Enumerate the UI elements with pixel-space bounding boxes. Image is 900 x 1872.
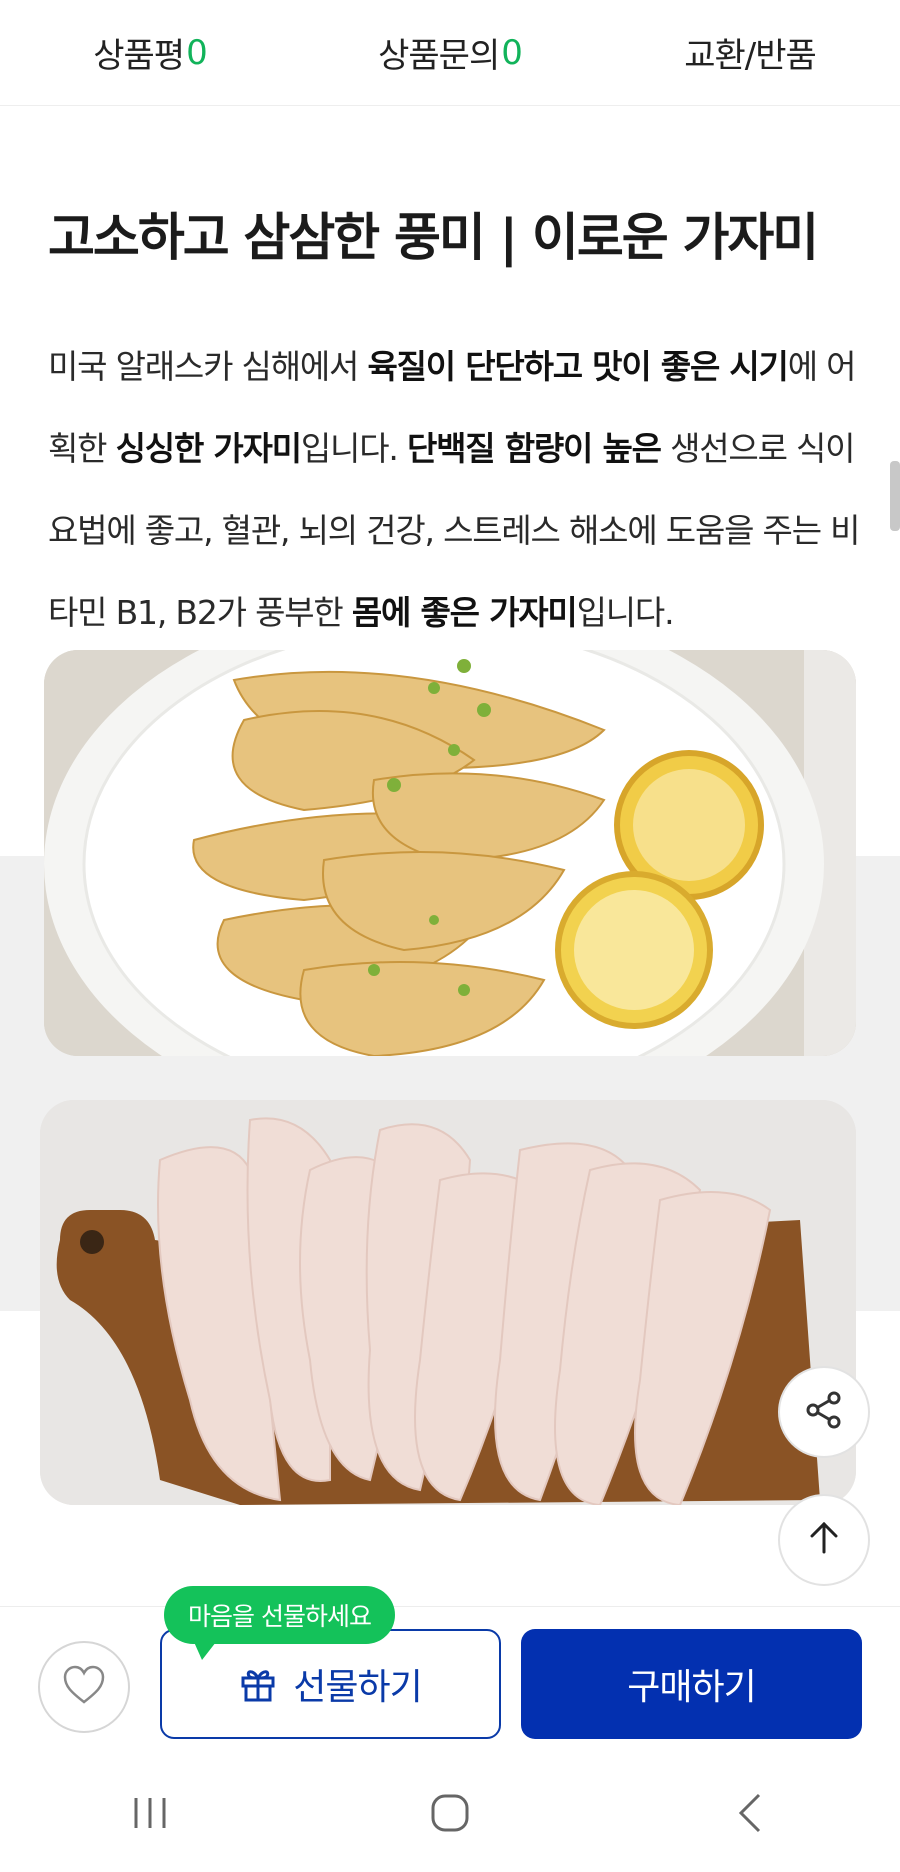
heart-icon [61,1664,107,1710]
desc-text-3: 입니다. [300,429,407,468]
purchase-bar: 선물하기 구매하기 [0,1606,900,1758]
product-detail-content: 고소하고 삼삼한 풍미 | 이로운 가자미 미국 알래스카 심해에서 육질이 단… [0,106,900,1606]
page-title: 고소하고 삼삼한 풍미 | 이로운 가자미 [48,209,819,268]
recent-apps-button[interactable] [50,1758,250,1872]
tab-exchange-label: 교환/반품 [684,36,817,76]
desc-bold-3: 단백질 함량이 높은 [406,429,662,468]
desc-text-1: 미국 알래스카 심해에서 [48,347,368,386]
gift-button-label: 선물하기 [293,1667,422,1708]
home-button[interactable] [350,1758,550,1872]
desc-text-5: 입니다. [576,593,675,632]
tab-exchange-return[interactable]: 교환/반품 [600,0,900,105]
desc-bold-2: 싱싱한 가자미 [115,429,302,468]
arrow-up-icon [804,1518,844,1562]
product-tab-bar: 상품평 0 상품문의 0 교환/반품 [0,0,900,106]
tab-reviews-label: 상품평 [93,36,185,76]
tab-inquiries-count: 0 [501,32,523,73]
recent-apps-icon [130,1796,170,1834]
buy-button[interactable]: 구매하기 [521,1629,862,1739]
scroll-to-top-button[interactable] [778,1494,870,1586]
scroll-indicator [890,461,900,531]
gift-tooltip: 마음을 선물하세요 [164,1586,395,1660]
desc-bold-1: 육질이 단단하고 맛이 좋은 시기 [367,347,788,386]
tab-inquiries[interactable]: 상품문의 0 [300,0,600,105]
raw-flounder-photo [40,1100,856,1505]
tab-reviews-count: 0 [186,32,208,73]
share-icon [803,1389,845,1435]
desc-bold-4: 몸에 좋은 가자미 [351,593,578,632]
like-button[interactable] [38,1641,130,1733]
home-icon [429,1792,471,1838]
tab-reviews[interactable]: 상품평 0 [0,0,300,105]
grilled-flounder-photo [44,650,856,1056]
product-description: 미국 알래스카 심해에서 육질이 단단하고 맛이 좋은 시기에 어획한 싱싱한 … [48,326,878,654]
buy-button-label: 구매하기 [627,1667,756,1708]
back-icon [735,1793,765,1837]
share-button[interactable] [778,1366,870,1458]
system-navigation-bar [0,1758,900,1872]
gift-icon [239,1665,277,1703]
tab-inquiries-label: 상품문의 [378,36,500,76]
back-button[interactable] [650,1758,850,1872]
